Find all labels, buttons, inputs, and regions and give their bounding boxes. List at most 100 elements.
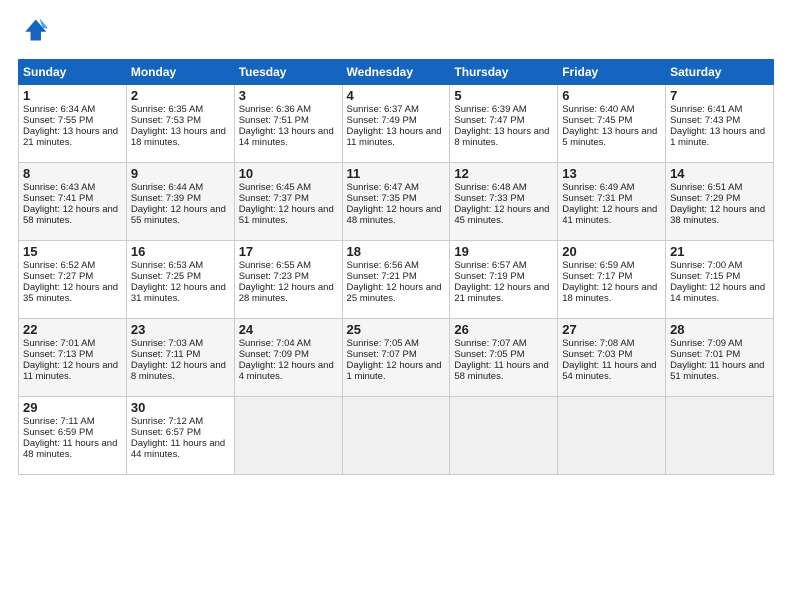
day-number: 26 [454, 322, 553, 337]
day-cell: 21Sunrise: 7:00 AMSunset: 7:15 PMDayligh… [666, 241, 774, 319]
day-cell: 8Sunrise: 6:43 AMSunset: 7:41 PMDaylight… [19, 163, 127, 241]
daylight: Daylight: 12 hours and 28 minutes. [239, 282, 334, 304]
day-cell: 16Sunrise: 6:53 AMSunset: 7:25 PMDayligh… [126, 241, 234, 319]
sunrise: Sunrise: 7:00 AM [670, 260, 742, 271]
header-saturday: Saturday [666, 60, 774, 85]
daylight: Daylight: 12 hours and 11 minutes. [23, 360, 118, 382]
header-thursday: Thursday [450, 60, 558, 85]
sunset: Sunset: 7:23 PM [239, 271, 309, 282]
day-cell: 14Sunrise: 6:51 AMSunset: 7:29 PMDayligh… [666, 163, 774, 241]
sunset: Sunset: 7:35 PM [347, 193, 417, 204]
day-cell: 15Sunrise: 6:52 AMSunset: 7:27 PMDayligh… [19, 241, 127, 319]
day-number: 1 [23, 88, 122, 103]
day-number: 12 [454, 166, 553, 181]
daylight: Daylight: 13 hours and 18 minutes. [131, 126, 226, 148]
sunrise: Sunrise: 6:43 AM [23, 182, 95, 193]
sunset: Sunset: 7:09 PM [239, 349, 309, 360]
day-number: 10 [239, 166, 338, 181]
daylight: Daylight: 12 hours and 35 minutes. [23, 282, 118, 304]
page: Sunday Monday Tuesday Wednesday Thursday… [0, 0, 792, 485]
day-cell: 12Sunrise: 6:48 AMSunset: 7:33 PMDayligh… [450, 163, 558, 241]
day-cell: 27Sunrise: 7:08 AMSunset: 7:03 PMDayligh… [558, 319, 666, 397]
daylight: Daylight: 11 hours and 58 minutes. [454, 360, 548, 382]
daylight: Daylight: 12 hours and 55 minutes. [131, 204, 226, 226]
day-cell: 7Sunrise: 6:41 AMSunset: 7:43 PMDaylight… [666, 85, 774, 163]
day-number: 28 [670, 322, 769, 337]
daylight: Daylight: 11 hours and 54 minutes. [562, 360, 656, 382]
day-number: 11 [347, 166, 446, 181]
header-friday: Friday [558, 60, 666, 85]
day-cell [558, 397, 666, 475]
sunset: Sunset: 7:53 PM [131, 115, 201, 126]
daylight: Daylight: 12 hours and 38 minutes. [670, 204, 765, 226]
sunrise: Sunrise: 6:53 AM [131, 260, 203, 271]
sunset: Sunset: 7:47 PM [454, 115, 524, 126]
day-cell: 23Sunrise: 7:03 AMSunset: 7:11 PMDayligh… [126, 319, 234, 397]
day-number: 3 [239, 88, 338, 103]
sunset: Sunset: 7:27 PM [23, 271, 93, 282]
sunrise: Sunrise: 7:08 AM [562, 338, 634, 349]
sunset: Sunset: 7:05 PM [454, 349, 524, 360]
day-cell [666, 397, 774, 475]
header-wednesday: Wednesday [342, 60, 450, 85]
sunset: Sunset: 7:17 PM [562, 271, 632, 282]
sunrise: Sunrise: 7:01 AM [23, 338, 95, 349]
day-cell: 26Sunrise: 7:07 AMSunset: 7:05 PMDayligh… [450, 319, 558, 397]
day-number: 17 [239, 244, 338, 259]
day-cell: 9Sunrise: 6:44 AMSunset: 7:39 PMDaylight… [126, 163, 234, 241]
daylight: Daylight: 13 hours and 14 minutes. [239, 126, 334, 148]
daylight: Daylight: 11 hours and 44 minutes. [131, 438, 225, 460]
sunset: Sunset: 7:11 PM [131, 349, 201, 360]
day-cell: 30Sunrise: 7:12 AMSunset: 6:57 PMDayligh… [126, 397, 234, 475]
sunrise: Sunrise: 7:04 AM [239, 338, 311, 349]
day-cell: 3Sunrise: 6:36 AMSunset: 7:51 PMDaylight… [234, 85, 342, 163]
daylight: Daylight: 12 hours and 48 minutes. [347, 204, 442, 226]
day-number: 16 [131, 244, 230, 259]
sunrise: Sunrise: 7:11 AM [23, 416, 95, 427]
sunrise: Sunrise: 6:44 AM [131, 182, 203, 193]
sunset: Sunset: 7:29 PM [670, 193, 740, 204]
sunset: Sunset: 6:59 PM [23, 427, 93, 438]
daylight: Daylight: 11 hours and 48 minutes. [23, 438, 117, 460]
day-number: 18 [347, 244, 446, 259]
day-number: 20 [562, 244, 661, 259]
sunrise: Sunrise: 6:55 AM [239, 260, 311, 271]
sunset: Sunset: 7:37 PM [239, 193, 309, 204]
week-row-3: 15Sunrise: 6:52 AMSunset: 7:27 PMDayligh… [19, 241, 774, 319]
sunset: Sunset: 7:39 PM [131, 193, 201, 204]
sunset: Sunset: 7:55 PM [23, 115, 93, 126]
day-number: 22 [23, 322, 122, 337]
daylight: Daylight: 12 hours and 21 minutes. [454, 282, 549, 304]
day-cell [234, 397, 342, 475]
day-cell: 17Sunrise: 6:55 AMSunset: 7:23 PMDayligh… [234, 241, 342, 319]
day-number: 13 [562, 166, 661, 181]
sunset: Sunset: 7:01 PM [670, 349, 740, 360]
sunrise: Sunrise: 6:34 AM [23, 104, 95, 115]
daylight: Daylight: 12 hours and 25 minutes. [347, 282, 442, 304]
daylight: Daylight: 12 hours and 45 minutes. [454, 204, 549, 226]
sunrise: Sunrise: 7:09 AM [670, 338, 742, 349]
daylight: Daylight: 12 hours and 51 minutes. [239, 204, 334, 226]
sunrise: Sunrise: 6:56 AM [347, 260, 419, 271]
day-cell: 13Sunrise: 6:49 AMSunset: 7:31 PMDayligh… [558, 163, 666, 241]
sunset: Sunset: 6:57 PM [131, 427, 201, 438]
day-number: 23 [131, 322, 230, 337]
sunset: Sunset: 7:07 PM [347, 349, 417, 360]
day-cell: 28Sunrise: 7:09 AMSunset: 7:01 PMDayligh… [666, 319, 774, 397]
daylight: Daylight: 12 hours and 18 minutes. [562, 282, 657, 304]
sunset: Sunset: 7:45 PM [562, 115, 632, 126]
day-cell: 6Sunrise: 6:40 AMSunset: 7:45 PMDaylight… [558, 85, 666, 163]
day-number: 29 [23, 400, 122, 415]
daylight: Daylight: 12 hours and 1 minute. [347, 360, 442, 382]
sunrise: Sunrise: 6:49 AM [562, 182, 634, 193]
sunrise: Sunrise: 6:47 AM [347, 182, 419, 193]
day-number: 30 [131, 400, 230, 415]
sunrise: Sunrise: 6:41 AM [670, 104, 742, 115]
day-number: 19 [454, 244, 553, 259]
day-cell: 4Sunrise: 6:37 AMSunset: 7:49 PMDaylight… [342, 85, 450, 163]
day-cell: 11Sunrise: 6:47 AMSunset: 7:35 PMDayligh… [342, 163, 450, 241]
header-tuesday: Tuesday [234, 60, 342, 85]
sunset: Sunset: 7:31 PM [562, 193, 632, 204]
day-number: 4 [347, 88, 446, 103]
sunrise: Sunrise: 7:03 AM [131, 338, 203, 349]
